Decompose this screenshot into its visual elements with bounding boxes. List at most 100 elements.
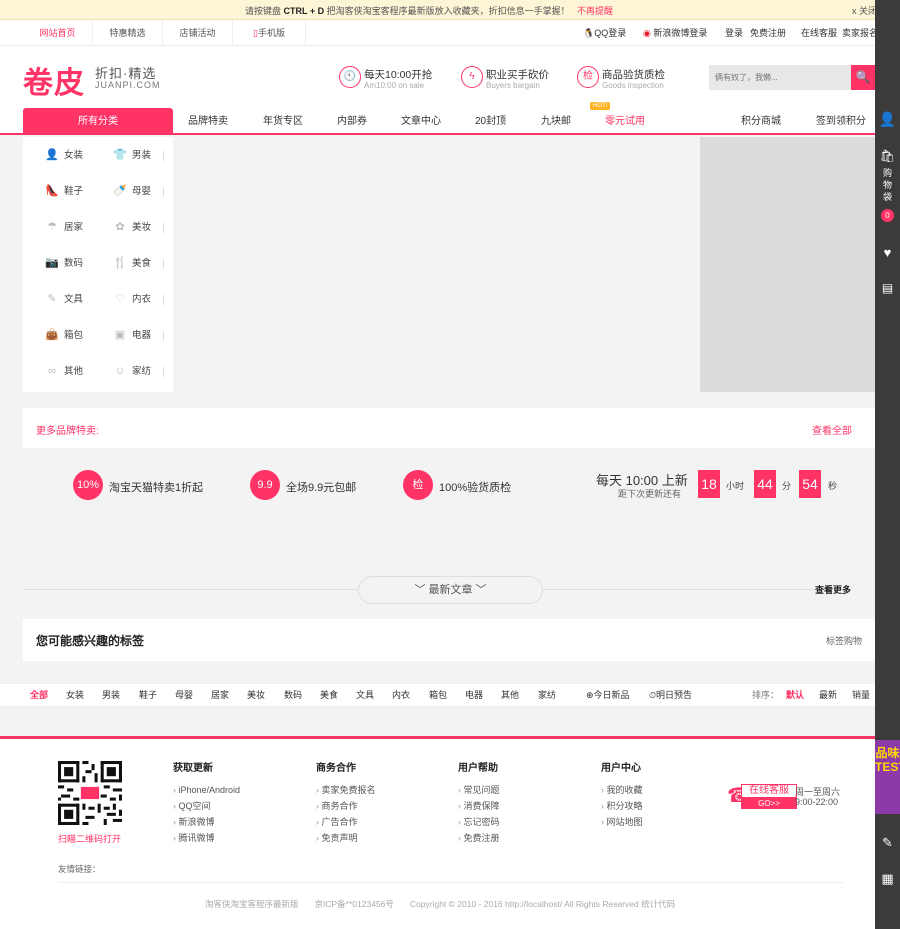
filter-item[interactable]: 其他 <box>501 684 519 706</box>
footer: 扫瞄二维码打开 获取更新 iPhone/Android QQ空间 新浪微博 腾讯… <box>0 736 875 929</box>
filter-item[interactable]: 美食 <box>320 684 338 706</box>
footer-link[interactable]: 积分攻略 <box>601 798 643 814</box>
service-hours: 9:00-22:00 <box>795 797 839 807</box>
pinwei-test-badge[interactable]: 品味TEST <box>875 740 900 814</box>
coupon-icon[interactable]: ▤ <box>875 281 900 295</box>
category-item[interactable]: ♡ 内衣 <box>113 282 151 318</box>
filter-item[interactable]: 居家 <box>211 684 229 706</box>
category-item[interactable]: ☺ 家纺 <box>113 354 151 390</box>
sort-default[interactable]: 默认 <box>786 684 804 706</box>
filter-item[interactable]: 男装 <box>102 684 120 706</box>
category-item[interactable]: 🍴 美食 <box>113 246 151 282</box>
category-item[interactable]: 👤 女装 <box>45 138 83 174</box>
footer-link[interactable]: 网站地图 <box>601 814 643 830</box>
category-item[interactable]: 👕 男装 <box>113 138 151 174</box>
sort-sales[interactable]: 销量 <box>852 684 870 706</box>
filter-item[interactable]: 电器 <box>465 684 483 706</box>
footer-link[interactable]: 常见问题 <box>458 782 500 798</box>
latest-articles-button[interactable]: ﹀ 最新文章 ﹀ <box>358 576 543 604</box>
category-item[interactable]: 👠 鞋子 <box>45 174 83 210</box>
filter-item[interactable]: 数码 <box>284 684 302 706</box>
category-item[interactable]: ✿ 美妆 <box>113 210 151 246</box>
logo[interactable]: 卷皮 <box>23 58 85 102</box>
heart-icon[interactable]: ♥ <box>875 245 900 260</box>
footer-link[interactable]: 免费注册 <box>458 830 500 846</box>
notice-message: 请按键盘 CTRL + D 把淘客侠淘宝客程序最新版放入收藏夹，折扣信息一手掌握… <box>245 6 570 16</box>
category-item[interactable]: 📷 数码 <box>45 246 83 282</box>
online-service-link[interactable]: 在线客服 <box>801 20 837 46</box>
tag-shopping-link[interactable]: 标签购物 <box>826 634 862 647</box>
footer-link[interactable]: 卖家免费报名 <box>316 782 376 798</box>
category-item[interactable]: 🍼 母婴 <box>113 174 151 210</box>
footer-link[interactable]: 我的收藏 <box>601 782 643 798</box>
filter-item[interactable]: 美妆 <box>247 684 265 706</box>
footer-link[interactable]: 广告合作 <box>316 814 376 830</box>
category-item[interactable]: ✎ 文具 <box>45 282 83 318</box>
nav-newyear[interactable]: 年货专区 <box>263 108 303 135</box>
tab-shop-events[interactable]: 店铺活动 <box>163 20 233 46</box>
no-remind-link[interactable]: 不再提醒 <box>577 4 613 17</box>
category-item[interactable]: ☂ 居家 <box>45 210 83 246</box>
all-categories-button[interactable]: 所有分类 <box>23 108 173 135</box>
sort-newest[interactable]: 最新 <box>819 684 837 706</box>
category-item[interactable]: 👜 箱包 <box>45 318 83 354</box>
nav-points-mall[interactable]: 积分商城 <box>741 108 781 135</box>
tab-specials[interactable]: 特惠精选 <box>93 20 163 46</box>
category-item[interactable]: ▣ 电器 <box>113 318 151 354</box>
qrcode-icon[interactable]: ▦ <box>875 871 900 887</box>
tomorrow-preview-link[interactable]: ⏲明日预告 <box>649 684 692 706</box>
footer-link[interactable]: 腾讯微博 <box>173 830 240 846</box>
filter-item[interactable]: 家纺 <box>538 684 556 706</box>
footer-link[interactable]: 商务合作 <box>316 798 376 814</box>
search-icon: 🔍 <box>855 70 871 84</box>
filter-all[interactable]: 全部 <box>30 684 48 706</box>
footer-link[interactable]: QQ空间 <box>173 798 240 814</box>
today-new-link[interactable]: ⊕今日新品 <box>586 684 630 706</box>
clock-icon: 🕙 <box>339 66 361 88</box>
service-go-button[interactable]: GO>> <box>741 798 797 809</box>
search-input[interactable] <box>709 65 851 90</box>
filter-item[interactable]: 女装 <box>66 684 84 706</box>
filter-item[interactable]: 内衣 <box>392 684 410 706</box>
nav-articles[interactable]: 文章中心 <box>401 108 441 135</box>
tab-mobile[interactable]: ▯手机版 <box>233 20 306 46</box>
nav-checkin[interactable]: 签到领积分 <box>816 108 866 135</box>
footer-link[interactable]: iPhone/Android <box>173 782 241 798</box>
nav-20-cap[interactable]: 20封顶 <box>475 108 506 135</box>
search-button[interactable]: 🔍 <box>851 65 875 90</box>
nav-brand-sale[interactable]: 品牌特卖 <box>188 108 228 135</box>
user-icon[interactable]: 👤 <box>875 111 900 128</box>
copyright: 淘客侠淘宝客程序最新版 京ICP备**0123456号 Copyright © 20… <box>205 899 676 909</box>
footer-link[interactable]: 消费保障 <box>458 798 500 814</box>
cart-label[interactable]: 购物袋 <box>875 167 900 203</box>
filter-item[interactable]: 文具 <box>356 684 374 706</box>
login-link[interactable]: 登录 <box>725 20 743 46</box>
footer-link[interactable]: 新浪微博 <box>173 814 240 830</box>
cart-bag-icon[interactable]: 🛍 <box>875 149 900 163</box>
weibo-login-link[interactable]: ◉ 新浪微博登录 <box>643 20 707 46</box>
filter-item[interactable]: 箱包 <box>429 684 447 706</box>
nav-9-yuan[interactable]: 九块邮 <box>541 108 571 135</box>
nav-coupons[interactable]: 内部券 <box>337 108 367 135</box>
seller-signup-link[interactable]: 卖家报名 <box>842 20 878 46</box>
close-notice-link[interactable]: x 关闭 <box>852 4 877 17</box>
nav-free-trial[interactable]: 零元试用 <box>605 108 645 135</box>
see-more-link[interactable]: 查看更多 <box>815 583 851 596</box>
logo-domain: JUANPI.COM <box>95 80 161 90</box>
view-all-link[interactable]: 查看全部 <box>812 422 852 437</box>
countdown-minutes: 44 <box>754 470 776 498</box>
discount-icon: 10% <box>73 470 103 500</box>
edit-icon[interactable]: ✎ <box>875 835 900 851</box>
tab-home[interactable]: 网站首页 <box>23 20 93 46</box>
filter-item[interactable]: 鞋子 <box>139 684 157 706</box>
footer-link[interactable]: 忘记密码 <box>458 814 500 830</box>
footer-link[interactable]: 免责声明 <box>316 830 376 846</box>
banner-side[interactable] <box>700 137 875 392</box>
category-item[interactable]: ∞ 其他 <box>45 354 83 390</box>
service-button[interactable]: 在线客服 <box>741 784 797 798</box>
notice-bar: 请按键盘 CTRL + D 把淘客侠淘宝客程序最新版放入收藏夹，折扣信息一手掌握… <box>0 0 877 20</box>
register-link[interactable]: 免费注册 <box>750 20 786 46</box>
qq-login-link[interactable]: 🐧QQ登录 <box>583 20 626 46</box>
banner-carousel[interactable] <box>173 137 700 392</box>
filter-item[interactable]: 母婴 <box>175 684 193 706</box>
